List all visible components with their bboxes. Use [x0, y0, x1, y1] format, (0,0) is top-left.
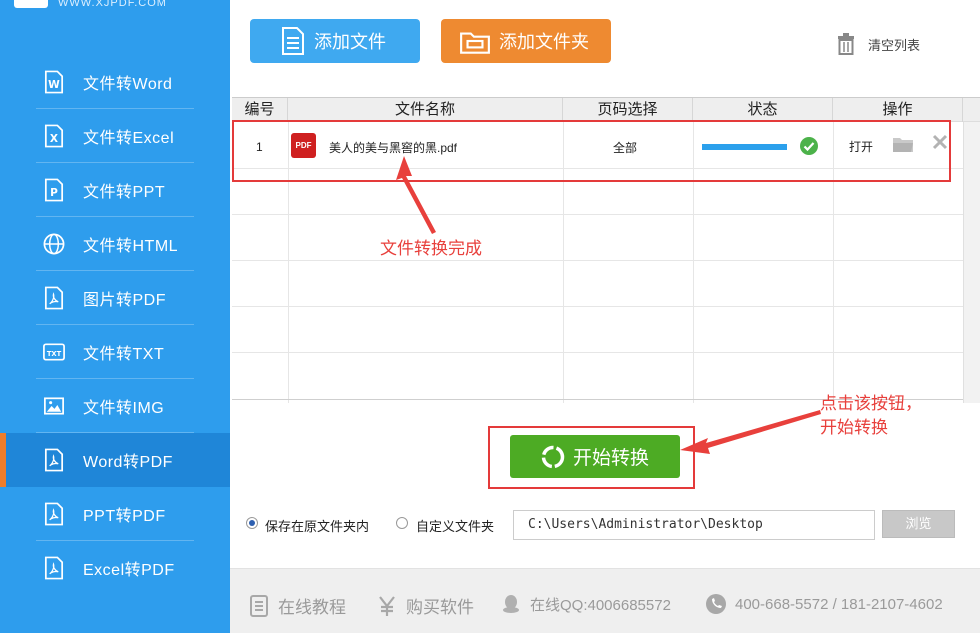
grid-line	[232, 352, 980, 353]
sidebar-item-10[interactable]: Excel转PDF	[0, 541, 230, 595]
table-header: 编号 文件名称 页码选择 状态 操作	[232, 98, 980, 122]
clear-list-button[interactable]: 清空列表	[836, 33, 920, 55]
document-icon	[282, 27, 304, 55]
sidebar-item-2[interactable]: X 文件转Excel	[0, 109, 230, 163]
sidebar-item-label: Excel转PDF	[83, 562, 175, 579]
annotation-click-hint-line1: 点击该按钮，	[820, 394, 922, 413]
pdf-doc-icon	[44, 502, 64, 526]
sidebar-item-label: 文件转IMG	[83, 400, 165, 417]
add-file-label: 添加文件	[314, 32, 386, 52]
logo-icon	[14, 0, 48, 8]
sidebar-item-9[interactable]: PPT转PDF	[0, 487, 230, 541]
svg-text:P: P	[50, 187, 58, 199]
sidebar: WWW.XJPDF.COM W 文件转Word X 文件转Excel P 文件转PPT 文件…	[0, 0, 230, 633]
online-qq-link[interactable]: 在线QQ:4006685572	[500, 593, 671, 615]
pdf-doc-icon	[44, 556, 64, 580]
online-tutorial-link[interactable]: 在线教程	[248, 593, 346, 618]
trash-icon	[838, 33, 854, 55]
sidebar-item-6[interactable]: TXT 文件转TXT	[0, 325, 230, 379]
phone-label: 400-668-5572 / 181-2107-4602	[735, 595, 943, 613]
add-folder-button[interactable]: 添加文件夹	[441, 19, 611, 63]
column-header-filename: 文件名称	[288, 98, 563, 122]
svg-text:X: X	[50, 133, 58, 145]
save-original-radio[interactable]	[246, 517, 258, 529]
logo-text: WWW.XJPDF.COM	[58, 0, 167, 9]
table-scrollbar[interactable]	[963, 122, 980, 403]
folder-icon	[460, 32, 490, 54]
txt-doc-icon: TXT	[43, 343, 65, 361]
globe-icon	[43, 233, 65, 255]
output-path-input[interactable]: C:\Users\Administrator\Desktop	[513, 510, 875, 540]
online-qq-label: 在线QQ:4006685572	[530, 596, 671, 614]
document-icon	[250, 594, 268, 617]
column-header-status: 状态	[693, 98, 833, 122]
qq-icon	[503, 595, 519, 613]
word-doc-icon: W	[44, 70, 64, 94]
pdf-doc-icon	[44, 286, 64, 310]
sidebar-item-label: 文件转Excel	[83, 130, 175, 147]
grid-line	[232, 306, 980, 307]
excel-doc-icon: X	[44, 124, 64, 148]
ppt-doc-icon: P	[44, 178, 64, 202]
grid-line	[232, 214, 980, 215]
sidebar-item-label: 文件转HTML	[83, 238, 179, 255]
column-header-index: 编号	[232, 98, 288, 122]
file-table: 编号 文件名称 页码选择 状态 操作 1 PDF 美人的美与黑窖的黑.pdf 全…	[232, 97, 980, 403]
start-convert-button[interactable]: 开始转换	[510, 435, 680, 478]
main-panel: 添加文件 添加文件夹 清空列表 编号 文件名称 页码选择 状态 操作 1 PDF…	[230, 0, 980, 633]
start-convert-label: 开始转换	[573, 448, 650, 469]
sidebar-item-label: PPT转PDF	[83, 508, 166, 525]
sidebar-item-5[interactable]: 图片转PDF	[0, 271, 230, 325]
sidebar-item-8[interactable]: Word转PDF	[0, 433, 230, 487]
sidebar-item-label: 图片转PDF	[83, 292, 167, 309]
row-highlight-frame	[232, 120, 951, 182]
sidebar-item-3[interactable]: P 文件转PPT	[0, 163, 230, 217]
sidebar-item-label: 文件转PPT	[83, 184, 166, 201]
clear-list-label: 清空列表	[868, 37, 921, 53]
buy-software-label: 购买软件	[406, 598, 474, 617]
add-file-button[interactable]: 添加文件	[250, 19, 420, 63]
phone-icon	[706, 594, 726, 614]
footer: 在线教程 购买软件 在线QQ:4006685572 400-668-5572 /…	[230, 568, 980, 633]
image-icon	[44, 397, 64, 415]
grid-line	[232, 260, 980, 261]
pdf-doc-icon	[44, 448, 64, 472]
annotation-file-done: 文件转换完成	[380, 239, 482, 258]
annotation-arrow-left	[680, 410, 821, 454]
svg-text:W: W	[48, 79, 60, 91]
save-original-label[interactable]: 保存在原文件夹内	[265, 516, 369, 535]
online-tutorial-label: 在线教程	[278, 598, 346, 617]
sidebar-item-1[interactable]: W 文件转Word	[0, 55, 230, 109]
sidebar-item-label: 文件转Word	[83, 76, 173, 93]
svg-text:TXT: TXT	[47, 350, 62, 358]
annotation-arrow-up	[396, 156, 436, 234]
phone-link[interactable]: 400-668-5572 / 181-2107-4602	[705, 593, 943, 615]
sidebar-item-7[interactable]: 文件转IMG	[0, 379, 230, 433]
sidebar-item-label: 文件转TXT	[83, 346, 165, 363]
refresh-icon	[541, 445, 565, 468]
column-header-pages: 页码选择	[563, 98, 693, 122]
yuan-icon	[379, 595, 395, 616]
annotation-click-hint-line2: 开始转换	[820, 418, 888, 437]
column-header-actions: 操作	[833, 98, 963, 122]
custom-folder-label[interactable]: 自定义文件夹	[416, 516, 494, 535]
buy-software-link[interactable]: 购买软件	[376, 593, 474, 618]
sidebar-item-label: Word转PDF	[83, 454, 173, 471]
logo: WWW.XJPDF.COM	[0, 0, 230, 55]
sidebar-item-4[interactable]: 文件转HTML	[0, 217, 230, 271]
browse-button[interactable]: 浏览	[882, 510, 955, 538]
add-folder-label: 添加文件夹	[499, 32, 589, 52]
custom-folder-radio[interactable]	[396, 517, 408, 529]
